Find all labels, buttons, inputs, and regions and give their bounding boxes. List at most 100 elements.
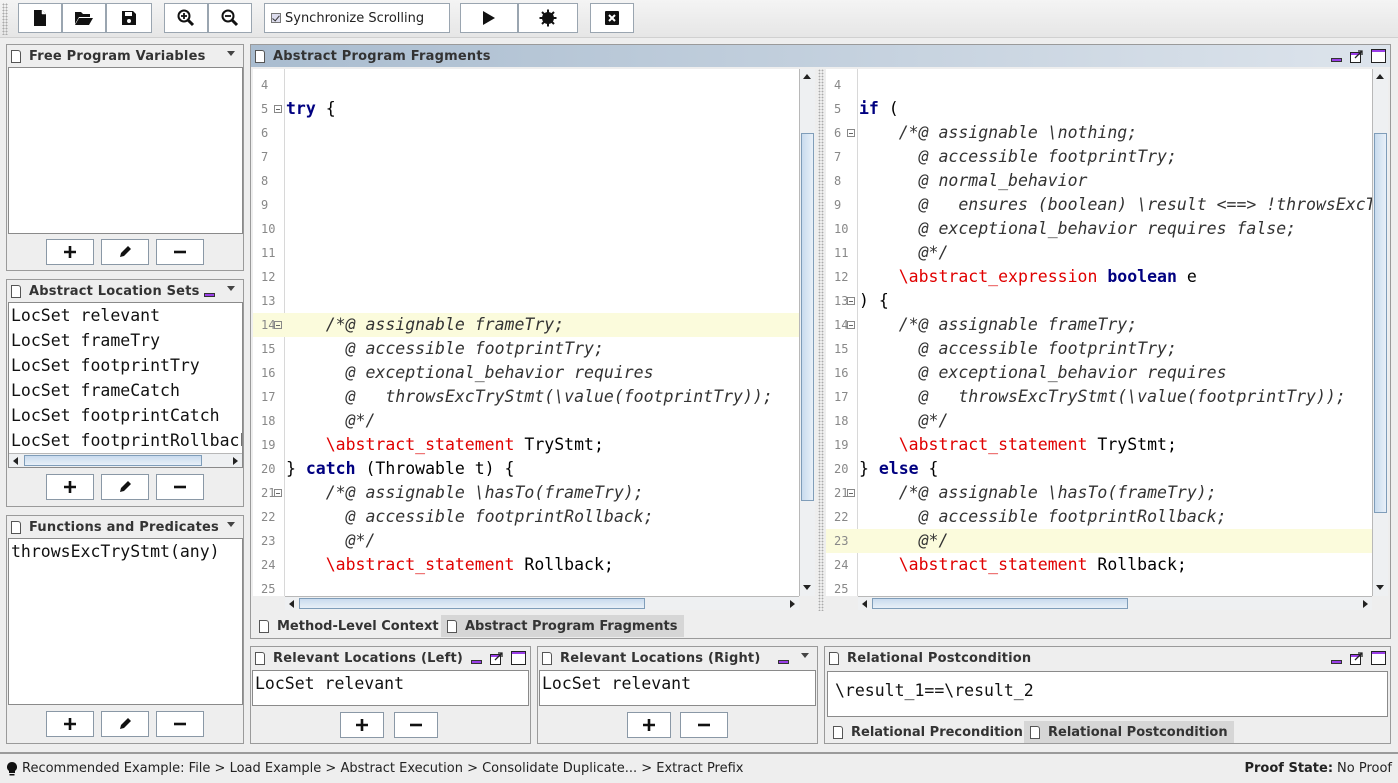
scroll-up-icon[interactable] — [803, 74, 811, 79]
code-line[interactable]: 13 — [253, 289, 799, 313]
edit-location-set-button[interactable] — [101, 474, 149, 500]
right-horizontal-scrollbar[interactable] — [858, 596, 1372, 610]
code-line[interactable]: 22 @ accessible footprintRollback; — [826, 505, 1372, 529]
list-item[interactable]: LocSet relevant — [9, 303, 242, 328]
close-button[interactable] — [590, 3, 634, 33]
new-file-button[interactable] — [18, 3, 62, 33]
toolbar-grip[interactable] — [2, 3, 8, 35]
postcondition-input[interactable]: \result_1==\result_2 — [827, 671, 1388, 717]
scrollbar-thumb[interactable] — [24, 455, 202, 466]
postcondition-text[interactable]: \result_1==\result_2 — [833, 678, 1381, 703]
relevant-locations-right-list[interactable]: LocSet relevant — [539, 670, 816, 706]
undock-icon[interactable] — [490, 651, 504, 665]
scroll-left-icon[interactable] — [862, 600, 867, 608]
remove-relevant-right-button[interactable] — [680, 712, 728, 738]
functions-list[interactable]: throwsExcTryStmt(any) — [8, 538, 243, 705]
synchronize-scrolling-checkbox[interactable]: Synchronize Scrolling — [264, 3, 450, 33]
free-variables-list[interactable] — [8, 67, 243, 234]
right-vertical-scrollbar[interactable] — [1372, 69, 1388, 596]
run-button[interactable] — [460, 3, 518, 33]
dropdown-arrow-icon[interactable] — [227, 51, 235, 56]
editor-split-divider[interactable] — [818, 69, 824, 611]
code-line[interactable]: 24 \abstract_statement Rollback; — [826, 553, 1372, 577]
location-sets-list[interactable]: LocSet relevant LocSet frameTry LocSet f… — [8, 302, 243, 468]
tab-method-level-context[interactable]: Method-Level Context — [253, 615, 445, 637]
code-line[interactable]: 4 — [253, 73, 799, 97]
code-line[interactable]: 20} else { — [826, 457, 1372, 481]
code-line[interactable]: 16 @ exceptional_behavior requires — [826, 361, 1372, 385]
left-code-editor[interactable]: 4 5 try {6 7 8 9 10 11 12 13 14 /*@ assignable fra… — [253, 69, 799, 596]
list-item[interactable]: LocSet relevant — [253, 671, 528, 696]
settings-button[interactable] — [518, 3, 578, 33]
code-line[interactable]: 16 @ exceptional_behavior requires — [253, 361, 799, 385]
code-line[interactable]: 14 /*@ assignable frameTry; — [253, 313, 799, 337]
code-line[interactable]: 18 @*/ — [826, 409, 1372, 433]
code-line[interactable]: 4 — [826, 73, 1372, 97]
code-line[interactable]: 10 — [253, 217, 799, 241]
code-line[interactable]: 10 @ exceptional_behavior requires false… — [826, 217, 1372, 241]
code-line[interactable]: 25 — [253, 577, 799, 596]
fold-toggle-icon[interactable] — [274, 489, 282, 497]
add-relevant-right-button[interactable] — [627, 712, 671, 738]
code-line[interactable]: 6 — [253, 121, 799, 145]
dropdown-arrow-icon[interactable] — [227, 286, 235, 291]
list-item[interactable]: LocSet footprintCatch — [9, 403, 242, 428]
scroll-left-icon[interactable] — [13, 457, 18, 465]
right-code-editor[interactable]: 4 5 if (6 /*@ assignable \nothing; 7 @ acce… — [826, 69, 1372, 596]
code-line[interactable]: 19 \abstract_statement TryStmt; — [826, 433, 1372, 457]
code-line[interactable]: 8 @ normal_behavior — [826, 169, 1372, 193]
tab-relational-precondition[interactable]: Relational Precondition — [827, 721, 1029, 743]
edit-function-button[interactable] — [101, 711, 149, 737]
code-line[interactable]: 5 if ( — [826, 97, 1372, 121]
code-line[interactable]: 13) { — [826, 289, 1372, 313]
code-line[interactable]: 23 @*/ — [253, 529, 799, 553]
code-line[interactable]: 25 — [826, 577, 1372, 596]
scroll-right-icon[interactable] — [233, 457, 238, 465]
scroll-right-icon[interactable] — [790, 600, 795, 608]
scrollbar-thumb[interactable] — [299, 598, 645, 609]
dropdown-arrow-icon[interactable] — [801, 653, 809, 658]
code-line[interactable]: 21 /*@ assignable \hasTo(frameTry); — [826, 481, 1372, 505]
undock-icon[interactable] — [1350, 651, 1364, 665]
minimize-icon[interactable] — [471, 660, 482, 664]
list-item[interactable]: throwsExcTryStmt(any) — [9, 539, 242, 564]
zoom-out-button[interactable] — [208, 3, 252, 33]
scrollbar-thumb[interactable] — [872, 598, 1128, 609]
code-line[interactable]: 21 /*@ assignable \hasTo(frameTry); — [253, 481, 799, 505]
add-function-button[interactable] — [46, 711, 94, 737]
fold-toggle-icon[interactable] — [847, 321, 855, 329]
add-location-set-button[interactable] — [46, 474, 94, 500]
scroll-down-icon[interactable] — [1376, 585, 1384, 590]
scroll-left-icon[interactable] — [289, 600, 294, 608]
code-line[interactable]: 22 @ accessible footprintRollback; — [253, 505, 799, 529]
minimize-icon[interactable] — [1331, 58, 1342, 62]
list-item[interactable]: LocSet frameTry — [9, 328, 242, 353]
maximize-icon[interactable] — [1371, 651, 1386, 665]
dropdown-arrow-icon[interactable] — [227, 522, 235, 527]
code-line[interactable]: 9 @ ensures (boolean) \result <==> !thro… — [826, 193, 1372, 217]
undock-icon[interactable] — [1350, 49, 1364, 63]
fold-toggle-icon[interactable] — [847, 489, 855, 497]
zoom-in-button[interactable] — [164, 3, 208, 33]
code-line[interactable]: 11 — [253, 241, 799, 265]
tab-abstract-program-fragments[interactable]: Abstract Program Fragments — [441, 615, 684, 637]
scroll-down-icon[interactable] — [803, 585, 811, 590]
fold-toggle-icon[interactable] — [847, 129, 855, 137]
code-line[interactable]: 19 \abstract_statement TryStmt; — [253, 433, 799, 457]
code-line[interactable]: 7 @ accessible footprintTry; — [826, 145, 1372, 169]
minimize-icon[interactable] — [1331, 660, 1342, 664]
left-horizontal-scrollbar[interactable] — [285, 596, 799, 610]
fold-toggle-icon[interactable] — [274, 105, 282, 113]
maximize-icon[interactable] — [511, 651, 526, 665]
minimize-icon[interactable] — [204, 293, 215, 297]
code-line[interactable]: 14 /*@ assignable frameTry; — [826, 313, 1372, 337]
code-line[interactable]: 23 @*/ — [826, 529, 1372, 553]
remove-relevant-left-button[interactable] — [394, 712, 438, 738]
list-item[interactable]: LocSet footprintRollback — [9, 428, 242, 453]
horizontal-scrollbar[interactable] — [9, 453, 242, 467]
remove-variable-button[interactable] — [156, 239, 204, 265]
code-line[interactable]: 12 \abstract_expression boolean e — [826, 265, 1372, 289]
code-line[interactable]: 6 /*@ assignable \nothing; — [826, 121, 1372, 145]
relevant-locations-left-list[interactable]: LocSet relevant — [252, 670, 529, 706]
remove-location-set-button[interactable] — [156, 474, 204, 500]
